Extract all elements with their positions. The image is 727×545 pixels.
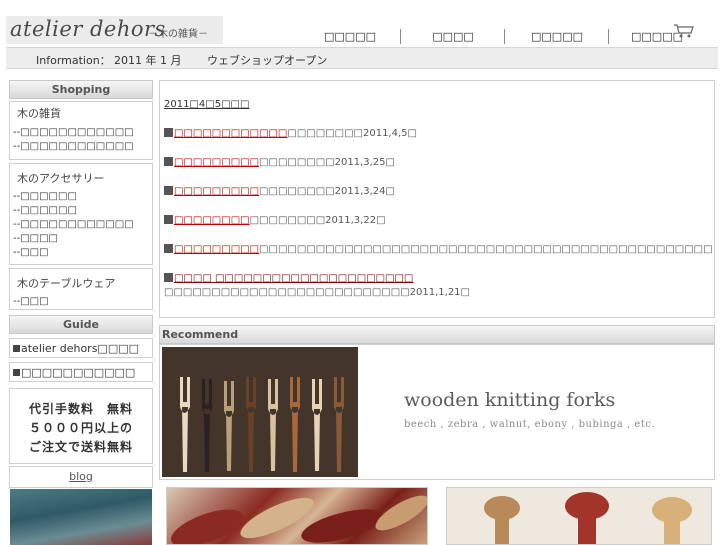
category-link[interactable]: --□□□□□□ — [10, 204, 152, 218]
news-item-continuation: □□□□□□□□□□□□□□□□□□□□□□□□□□2011,1,21□ — [164, 287, 470, 298]
bullet-square-icon — [164, 244, 173, 253]
news-item: □□□□□□□□□□□□□□□□□2011,3,24□ — [164, 186, 712, 197]
guide-link-about[interactable]: atelier dehors□□□□ — [9, 338, 153, 358]
category-box-accessory: 木のアクセサリー --□□□□□□ --□□□□□□ --□□□□□□□□□□□… — [9, 163, 153, 265]
category-link[interactable]: --□□□□ — [10, 232, 152, 246]
nav-divider — [400, 29, 401, 44]
category-link[interactable]: --□□□□□□ — [10, 190, 152, 204]
free-shipping-banner[interactable]: 代引手数料 無料 ５０００円以上の ご注文で送料無料 — [9, 388, 153, 464]
info-message: ウェブショップオープン — [207, 54, 328, 67]
news-item-link[interactable]: □□□□□□□□□□□□ — [174, 128, 287, 139]
news-item-link[interactable]: □□□□□□□□□ — [174, 186, 259, 197]
category-title[interactable]: 木の雑貨 — [10, 102, 152, 120]
banner-line: ご注文で送料無料 — [28, 440, 133, 454]
bullet-square-icon — [164, 186, 173, 195]
top-navigation: □□□□□ □□□□ □□□□□ □□□□□ — [300, 24, 720, 46]
wooden-leaves-illustration — [170, 495, 427, 544]
knitting-forks-photo — [162, 347, 358, 477]
recommend-title: wooden knitting forks — [404, 389, 616, 411]
info-label: Information： — [36, 54, 111, 67]
category-link[interactable]: --□□□□□□□□□□□□ — [10, 218, 152, 232]
news-item-link[interactable]: □□□□□□□□□ — [174, 157, 259, 168]
category-link[interactable]: --□□□ — [10, 295, 152, 309]
info-date: 2011 年 1 月 — [114, 54, 182, 67]
bullet-square-icon — [13, 345, 20, 352]
bullet-square-icon — [13, 369, 20, 376]
cart-icon[interactable] — [673, 23, 695, 39]
blog-link[interactable]: blog — [9, 466, 153, 488]
recommend-subtitle: beech , zebra , walnut, ebony , bubinga … — [404, 419, 656, 430]
news-panel: 2011□4□5□□□ □□□□□□□□□□□□□□□□□□□□2011,4,5… — [159, 80, 715, 318]
product-thumbnail-left[interactable] — [166, 487, 428, 545]
shopping-heading: Shopping — [9, 80, 153, 99]
bullet-square-icon — [164, 273, 173, 282]
category-link[interactable]: --□□□□□□□□□□□□ — [10, 126, 152, 140]
information-bar: Information： 2011 年 1 月 ウェブショップオープン — [6, 47, 718, 69]
bullet-square-icon — [164, 157, 173, 166]
news-item-text: □□□□□□□□□□□□□□□□□□□□□□□□□□□□□□□□□□□□□□□□… — [259, 244, 712, 255]
banner-line: ５０００円以上の — [28, 421, 133, 435]
wooden-figures-illustration — [447, 488, 711, 544]
news-item: □□□□□□□□□□□□□□□□2011,3,22□ — [164, 215, 712, 226]
category-title[interactable]: 木のテーブルウェア — [10, 269, 152, 291]
category-title[interactable]: 木のアクセサリー — [10, 164, 152, 186]
category-box-zakka: 木の雑貨 --□□□□□□□□□□□□ --□□□□□□□□□□□□ — [9, 101, 153, 160]
news-item-link[interactable]: □□□□□□□□ — [174, 215, 250, 226]
category-link[interactable]: --□□□□□□□□□□□□ — [10, 140, 152, 154]
guide-link-label: □□□□□□□□□□□ — [21, 366, 136, 379]
logo-text: atelier dehors — [10, 17, 166, 41]
nav-item-1[interactable]: □□□□□ — [300, 28, 400, 45]
bullet-square-icon — [164, 215, 173, 224]
news-item-text: □□□□□□□□2011,3,22□ — [249, 215, 386, 226]
site-logo[interactable]: atelier dehors －木の雑貨－ — [6, 16, 223, 44]
news-item: □□□□□□□□□□□□□□□□□2011,3,25□ — [164, 157, 712, 168]
blog-banner-image[interactable] — [10, 489, 152, 545]
bullet-square-icon — [164, 128, 173, 137]
news-item: □□□□□□□□□□□□□□□□□□□□□□□□□□□□□□□□□□□□□□□□… — [164, 244, 712, 255]
news-date-link[interactable]: 2011□4□5□□□ — [164, 99, 249, 110]
guide-link-shopping[interactable]: □□□□□□□□□□□ — [9, 362, 153, 382]
news-item-link[interactable]: □□□□□□□□□ — [174, 244, 259, 255]
news-item: □□□□□□□□□□□□□□□□□□□□2011,4,5□ — [164, 128, 712, 139]
category-box-tableware: 木のテーブルウェア --□□□ — [9, 268, 153, 310]
recommend-banner[interactable]: wooden knitting forks beech , zebra , wa… — [159, 344, 715, 480]
news-item-text: □□□□□□□□2011,3,24□ — [259, 186, 395, 197]
nav-item-2[interactable]: □□□□ — [403, 28, 503, 45]
news-item-link[interactable]: □□□□ □□□□□□□□□□□□□□□□□□□□□ — [174, 273, 413, 284]
category-link[interactable]: --□□□ — [10, 246, 152, 260]
product-thumbnail-right[interactable] — [446, 487, 712, 545]
nav-divider — [504, 29, 505, 44]
guide-heading: Guide — [9, 315, 153, 334]
news-item: □□□□ □□□□□□□□□□□□□□□□□□□□□ — [164, 273, 712, 284]
guide-link-label: atelier dehors□□□□ — [21, 342, 139, 355]
news-item-text: □□□□□□□□2011,3,25□ — [259, 157, 395, 168]
recommend-heading: Recommend — [159, 325, 715, 344]
news-item-text: □□□□□□□□2011,4,5□ — [287, 128, 417, 139]
logo-subtitle: －木の雑貨－ — [148, 29, 208, 40]
knitting-forks-illustration — [162, 347, 358, 477]
nav-item-3[interactable]: □□□□□ — [507, 28, 607, 45]
banner-line: 代引手数料 無料 — [28, 402, 133, 416]
